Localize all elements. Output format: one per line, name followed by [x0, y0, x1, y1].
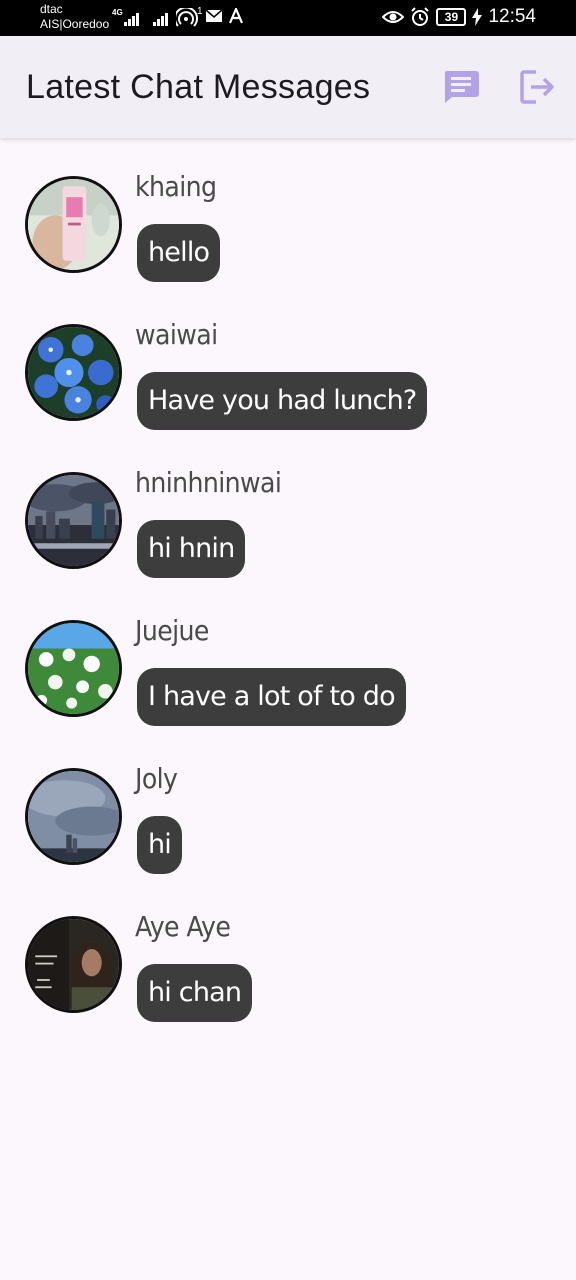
carrier-top: dtac [40, 2, 63, 16]
logout-icon [520, 70, 554, 104]
avatar-image [28, 327, 119, 418]
signal-icon [124, 8, 139, 26]
signal-icon-secondary [153, 8, 168, 26]
chat-username: waiwai [135, 318, 218, 351]
clock: 12:54 [488, 6, 536, 27]
avatar-image [28, 623, 119, 714]
message-bubble: hi [137, 816, 183, 874]
new-chat-button[interactable] [440, 66, 482, 108]
mail-icon [205, 9, 223, 22]
status-right-group: 39 12:54 [382, 6, 536, 28]
chat-item[interactable]: Joly hi [0, 740, 576, 888]
status-bar: dtac AIS|Ooredoo 4G 1 39 12:54 [0, 0, 576, 36]
avatar [25, 472, 122, 569]
avatar-image [28, 919, 119, 1010]
charging-icon [472, 8, 483, 26]
carrier-labels: dtac AIS|Ooredoo [40, 2, 109, 32]
message-bubble: hi hnin [137, 520, 246, 578]
avatar [25, 916, 122, 1013]
chat-username: hninhninwai [135, 466, 282, 499]
message-bubble: Have you had lunch? [137, 372, 428, 430]
app-bar: Latest Chat Messages [0, 36, 576, 138]
page-title: Latest Chat Messages [26, 68, 371, 106]
message-bubble: hello [137, 224, 221, 282]
chat-item[interactable]: Aye Aye hi chan [0, 888, 576, 1036]
alarm-icon [411, 7, 430, 26]
avatar-image [28, 475, 119, 566]
avatar [25, 324, 122, 421]
chat-list: khaing hello waiwai Have you had lunch? [0, 148, 576, 1036]
battery-indicator: 39 [436, 8, 467, 26]
hotspot-badge: 1 [197, 6, 203, 17]
message-bubble: hi chan [137, 964, 253, 1022]
message-bubble: I have a lot of to do [137, 668, 406, 726]
font-a-icon [228, 8, 244, 24]
eye-icon [382, 11, 405, 23]
chat-username: Joly [135, 762, 178, 795]
hotspot-icon [176, 8, 198, 27]
chat-item[interactable]: khaing hello [0, 148, 576, 296]
chat-icon [444, 71, 479, 103]
chat-username: Juejue [135, 614, 209, 647]
chat-username: khaing [135, 170, 217, 203]
chat-item[interactable]: waiwai Have you had lunch? [0, 296, 576, 444]
avatar [25, 768, 122, 865]
chat-item[interactable]: hninhninwai hi hnin [0, 444, 576, 592]
avatar-image [28, 771, 119, 862]
logout-button[interactable] [516, 66, 558, 108]
chat-item[interactable]: Juejue I have a lot of to do [0, 592, 576, 740]
avatar [25, 620, 122, 717]
carrier-bottom: AIS|Ooredoo [40, 17, 110, 31]
avatar [25, 176, 122, 273]
chat-username: Aye Aye [135, 910, 231, 943]
network-type: 4G [112, 8, 123, 17]
avatar-image [28, 179, 119, 270]
